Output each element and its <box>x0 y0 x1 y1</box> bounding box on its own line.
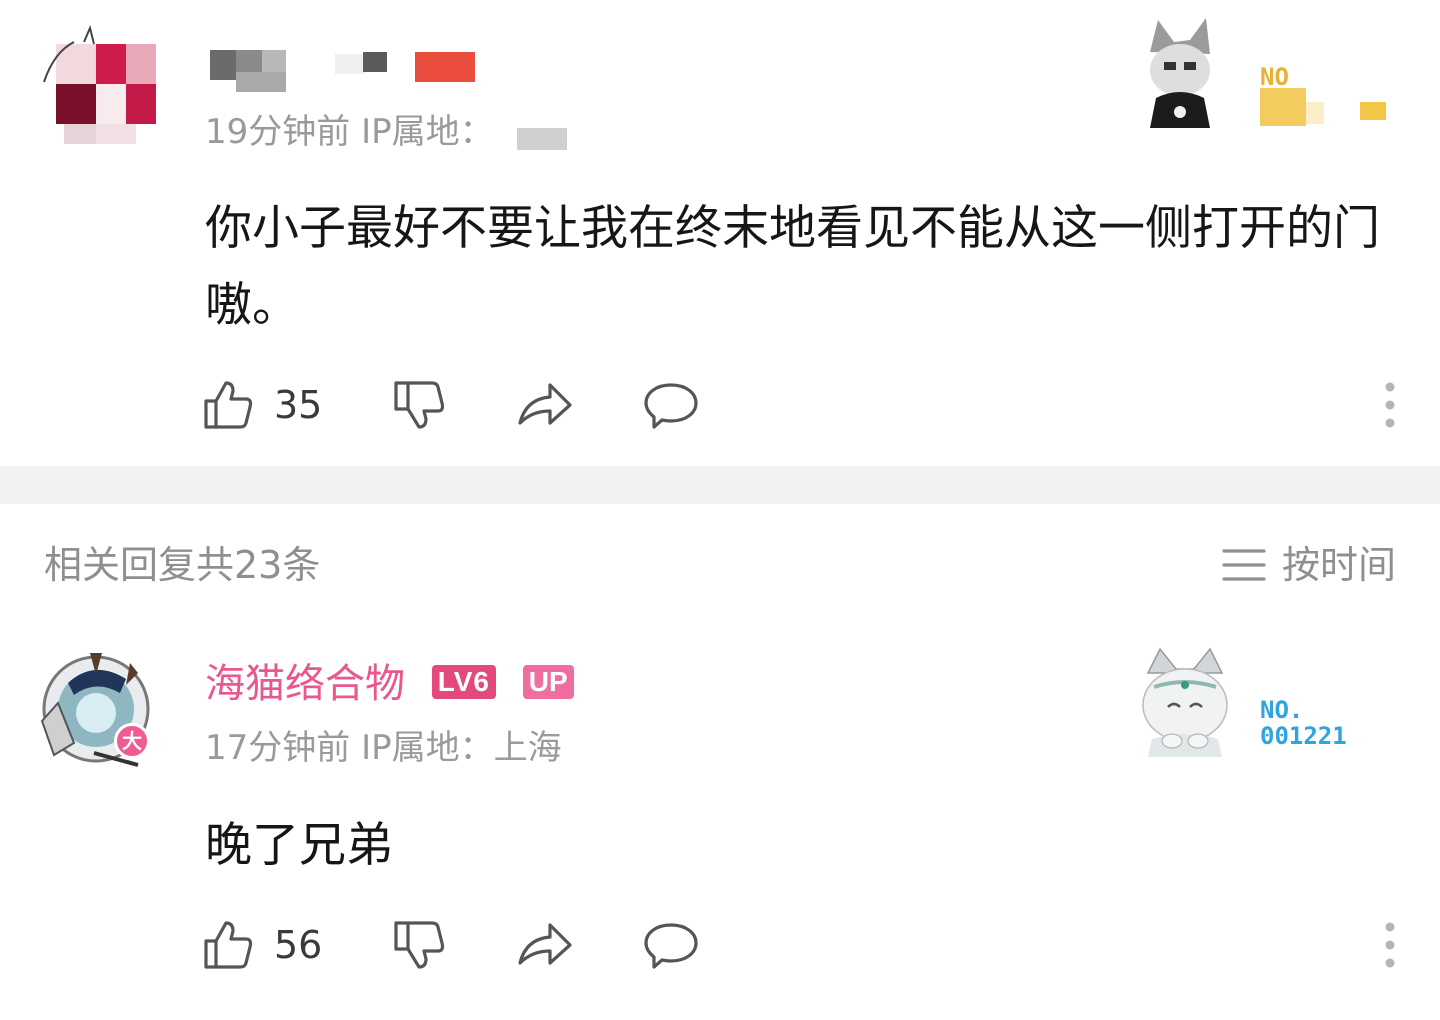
share-icon <box>518 923 572 965</box>
comment: 大 海猫络合物 LV6 UP 17分钟前 IP属地：上海 NO. 001221 … <box>0 625 1440 1020</box>
more-icon <box>1385 922 1395 968</box>
vip-badge-text: 大 <box>122 729 142 753</box>
more-icon <box>1385 382 1395 428</box>
comment-meta: 19分钟前 IP属地： <box>205 110 567 154</box>
garb-number: NO. 001221 <box>1260 697 1347 749</box>
garb-number-prefix: NO. <box>1260 696 1304 724</box>
sort-toggle[interactable]: 按时间 <box>1222 542 1396 588</box>
garb-number: NO <box>1260 63 1289 91</box>
username[interactable]: 海猫络合物 LV6 UP <box>205 659 574 709</box>
more-button[interactable] <box>1380 375 1400 435</box>
like-button[interactable]: 56 <box>200 915 322 975</box>
like-count: 35 <box>274 383 323 427</box>
comment-meta: 17分钟前 IP属地：上海 <box>205 728 562 768</box>
username-text: 海猫络合物 <box>205 661 405 707</box>
comment-actions: 35 <box>200 375 1400 435</box>
level-badge: LV6 <box>431 665 496 699</box>
share-button[interactable] <box>516 375 574 435</box>
dislike-button[interactable] <box>390 375 446 435</box>
garb-character-icon <box>1150 18 1210 128</box>
reply-button[interactable] <box>642 915 700 975</box>
sort-icon <box>1222 549 1266 581</box>
reply-icon <box>644 923 698 969</box>
fan-garb[interactable]: NO. 001221 <box>1130 643 1400 773</box>
dislike-button[interactable] <box>390 915 446 975</box>
replies-count-title: 相关回复共23条 <box>44 543 321 587</box>
comment-actions: 56 <box>200 915 1400 975</box>
thumbs-down-icon <box>394 381 445 429</box>
garb-character-icon <box>1142 647 1228 757</box>
more-button[interactable] <box>1380 915 1400 975</box>
garb-number-value: 001221 <box>1260 722 1347 750</box>
share-icon <box>518 383 572 425</box>
share-button[interactable] <box>516 915 574 975</box>
thumbs-down-icon <box>394 921 445 969</box>
replies-header: 相关回复共23条 按时间 <box>0 504 1440 625</box>
thumbs-up-icon <box>204 921 253 969</box>
like-button[interactable]: 35 <box>200 375 322 435</box>
comment-body: 晚了兄弟 <box>205 818 393 873</box>
sort-label: 按时间 <box>1281 543 1396 587</box>
reply-button[interactable] <box>642 375 700 435</box>
uploader-badge: UP <box>522 665 574 699</box>
meta-text: 19分钟前 IP属地： <box>205 112 494 152</box>
like-count: 56 <box>274 923 323 967</box>
comment: 19分钟前 IP属地： NO 你小子最好不要让我在终末地看见不能从这一侧打开的门… <box>0 0 1440 466</box>
section-divider <box>0 466 1440 504</box>
fan-garb[interactable]: NO <box>1130 12 1400 142</box>
avatar[interactable] <box>34 22 164 152</box>
reply-icon <box>644 383 698 429</box>
thumbs-up-icon <box>204 381 253 429</box>
avatar[interactable]: 大 <box>34 643 164 773</box>
comment-body: 你小子最好不要让我在终末地看见不能从这一侧打开的门嗷。 <box>205 201 1380 333</box>
vip-badge: 大 <box>114 723 150 759</box>
